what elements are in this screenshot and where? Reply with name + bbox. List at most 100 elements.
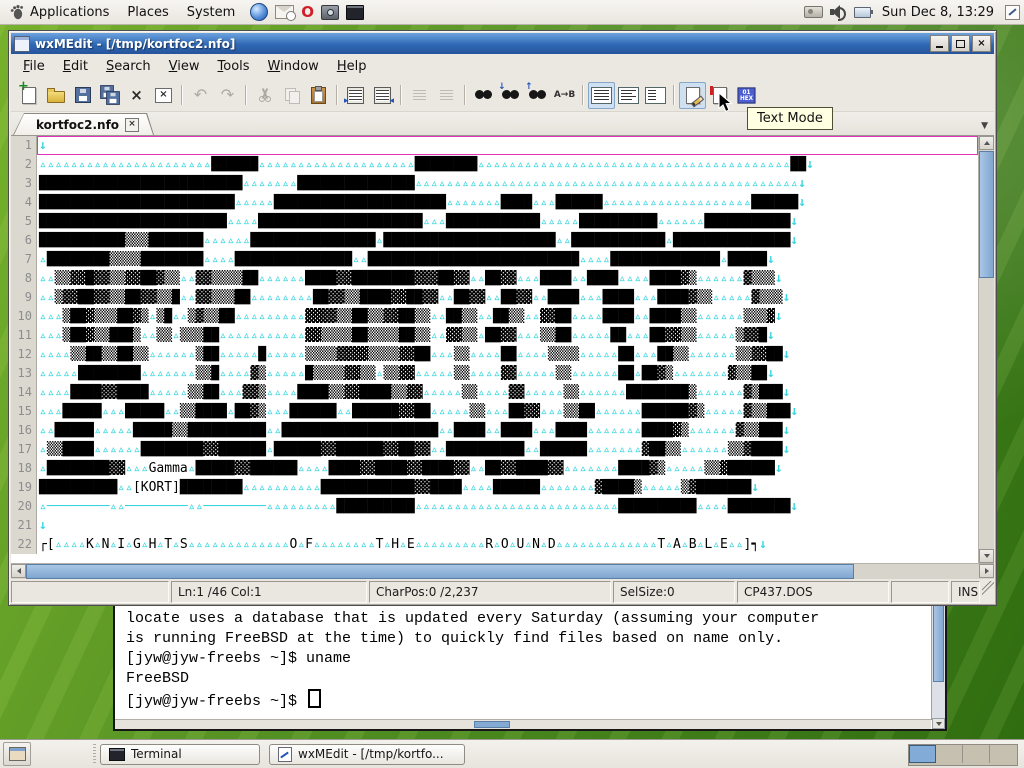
workspace-4[interactable] bbox=[990, 745, 1017, 763]
taskbar-item-wxmedit[interactable]: wxMEdit - [/tmp/kortfo... bbox=[269, 744, 465, 765]
clock[interactable]: Sun Dec 8, 13:29 bbox=[878, 5, 998, 20]
battery-icon[interactable] bbox=[854, 7, 871, 18]
editor-line[interactable]: 4█████████████████████████▵▵▵▵▵█████████… bbox=[11, 193, 978, 212]
title-bar[interactable]: wxMEdit - [/tmp/kortfoc2.nfo] × bbox=[11, 33, 994, 54]
places-menu[interactable]: Places bbox=[118, 0, 177, 24]
editor-horizontal-scrollbar[interactable] bbox=[11, 563, 994, 579]
system-menu[interactable]: System bbox=[178, 0, 244, 24]
save-button[interactable] bbox=[69, 82, 96, 109]
editor-line[interactable]: 13▵▵▵▵▵████████▵▵▵▵▵▵▵▒▒█▵▵▵▵▓▒▵▵▵▵▵█▒▒▒… bbox=[11, 364, 978, 383]
indent-button[interactable]: ▸ bbox=[342, 82, 369, 109]
removable-media-icon[interactable] bbox=[804, 6, 823, 18]
paste-button[interactable] bbox=[305, 82, 332, 109]
menu-help[interactable]: Help bbox=[329, 57, 375, 76]
tab-kortfoc2[interactable]: kortfoc2.nfo × bbox=[13, 113, 154, 135]
undo-button[interactable]: ↶ bbox=[187, 82, 214, 109]
workspace-switcher[interactable] bbox=[908, 744, 1018, 766]
editor-line[interactable]: 21↓ bbox=[11, 516, 978, 535]
replace-button[interactable]: A→B bbox=[551, 82, 578, 109]
scroll-right-button[interactable] bbox=[979, 564, 994, 578]
editor-line[interactable]: 22┌[▵▵▵▵K▵N▵I▵G▵H▵T▵S▵▵▵▵▵▵▵▵▵▵▵▵▵O▵F▵▵▵… bbox=[11, 535, 978, 554]
web-browser-icon[interactable] bbox=[250, 3, 268, 21]
minimize-button[interactable] bbox=[930, 35, 949, 52]
tab-close-icon[interactable]: × bbox=[125, 118, 139, 132]
menu-tools[interactable]: Tools bbox=[210, 57, 258, 76]
terminal-vertical-scrollbar[interactable] bbox=[931, 600, 945, 720]
editor-line[interactable]: 8▵▵▒▒▓▓█▓▓▒▒▓▓██▓▒▒▵▵▓▓▒▒▒▒██▵▵▵▵▵▵████▓… bbox=[11, 269, 978, 288]
horizontal-scrollbar-thumb[interactable] bbox=[26, 564, 854, 579]
text-mode-button[interactable] bbox=[679, 82, 706, 109]
terminal-scroll-down-button[interactable] bbox=[932, 718, 945, 729]
cut-button[interactable] bbox=[251, 82, 278, 109]
editor-line[interactable]: 18▵████████▓▓▵▵▵Gamma▵█████▓▓██████▵▵▵▵█… bbox=[11, 459, 978, 478]
editor-line[interactable]: 20▵────────▵▵────────▵▵────────▵▵▵▵▵▵▵▵▵… bbox=[11, 497, 978, 516]
volume-icon[interactable] bbox=[830, 5, 847, 19]
hex-mode-button[interactable]: 01HEX bbox=[733, 82, 760, 109]
comment-button[interactable] bbox=[406, 82, 433, 109]
copy-button[interactable] bbox=[278, 82, 305, 109]
screenshot-icon[interactable] bbox=[321, 5, 339, 20]
tab-list-dropdown-icon[interactable]: ▼ bbox=[981, 121, 988, 131]
editor-line[interactable]: 7▵████████▒▒▒▒████████▵▵▵▵██████████████… bbox=[11, 250, 978, 269]
terminal-horizontal-scrollbar[interactable] bbox=[115, 719, 931, 729]
wrap-by-window-button[interactable] bbox=[615, 82, 642, 109]
workspace-2[interactable] bbox=[936, 745, 963, 763]
email-icon[interactable] bbox=[275, 5, 294, 19]
editor-line[interactable]: 11▵▵▵▒██▓▒▒███▒▵▵▒▒▵▒▒▒██▵▵▵▵▵▵▵▵▵▵▵▓▓▒▒… bbox=[11, 326, 978, 345]
terminal-launcher-icon[interactable] bbox=[346, 5, 364, 20]
editor-line[interactable]: 6███████████▒▒▒███████▵▵▵▵▵▵████████████… bbox=[11, 231, 978, 250]
workspace-1[interactable] bbox=[909, 745, 936, 763]
new-file-button[interactable]: + bbox=[15, 82, 42, 109]
scroll-down-button[interactable] bbox=[979, 549, 994, 563]
find-next-button[interactable]: ↓ bbox=[497, 82, 524, 109]
terminal-hscrollbar-thumb[interactable] bbox=[474, 721, 510, 728]
open-file-button[interactable] bbox=[42, 82, 69, 109]
save-all-button[interactable] bbox=[96, 82, 123, 109]
uncomment-button[interactable] bbox=[433, 82, 460, 109]
column-mode-button[interactable] bbox=[706, 82, 733, 109]
editor-vertical-scrollbar[interactable] bbox=[978, 136, 994, 563]
find-previous-button[interactable]: ↑ bbox=[524, 82, 551, 109]
editor-text[interactable]: 1↓2▵▵▵▵▵▵▵▵▵▵▵▵▵▵▵▵▵▵▵▵▵▵██████▵▵▵▵▵▵▵▵▵… bbox=[11, 136, 978, 563]
menu-view[interactable]: View bbox=[161, 57, 208, 76]
menu-file[interactable]: File bbox=[15, 57, 53, 76]
menu-search[interactable]: Search bbox=[98, 57, 159, 76]
maximize-button[interactable] bbox=[951, 35, 970, 52]
terminal-scrollbar-thumb[interactable] bbox=[933, 600, 944, 682]
taskbar-item-terminal[interactable]: Terminal bbox=[100, 744, 260, 765]
editor-line[interactable]: 12▵▵▵▵▒▒██▒▒██▒▒▵▵▵▵▵▵▒██▵▵▵▵▵█▵▵▵▵▵▒▒▒▒… bbox=[11, 345, 978, 364]
editor-line[interactable]: 14▵▵▵▵████▓▓████▵▵▵▵▵▒▒██▵▵▵▓▓▒▵▵▵▵████▒… bbox=[11, 383, 978, 402]
editor-line[interactable]: 16▵▵█████▵▵▵▵▵█████▒▒██████████▵▵███████… bbox=[11, 421, 978, 440]
editor-line[interactable]: 1↓ bbox=[11, 136, 978, 155]
editor-area[interactable]: 1↓2▵▵▵▵▵▵▵▵▵▵▵▵▵▵▵▵▵▵▵▵▵▵██████▵▵▵▵▵▵▵▵▵… bbox=[11, 135, 994, 563]
show-desktop-button[interactable] bbox=[3, 742, 31, 766]
editor-line[interactable]: 3██████████████████████████▵▵▵▵▵▵▵██████… bbox=[11, 174, 978, 193]
wrap-none-button[interactable] bbox=[588, 82, 615, 109]
resize-grip[interactable] bbox=[982, 581, 994, 603]
menu-edit[interactable]: Edit bbox=[55, 57, 96, 76]
redo-button[interactable]: ↷ bbox=[214, 82, 241, 109]
close-all-button[interactable]: × bbox=[150, 82, 177, 109]
editor-line[interactable]: 9▵▵▒▓▓██▓▓▒▒██▓▓▒▒█▵▵▓▓▒▒▒██▵▵▵▵▵▵▵▵██▓▓… bbox=[11, 288, 978, 307]
menu-window[interactable]: Window bbox=[260, 57, 327, 76]
vertical-scrollbar-thumb[interactable] bbox=[979, 151, 994, 278]
applications-menu[interactable]: Applications bbox=[0, 0, 118, 24]
find-button[interactable] bbox=[470, 82, 497, 109]
editor-line[interactable]: 10▵▵▵▒██▓▒▒▒██▓▒▵▒█▵▵▒▓▒▒██▵▵▵▵▵▵▵▵▵▓▓▓▓… bbox=[11, 307, 978, 326]
editor-line[interactable]: 2▵▵▵▵▵▵▵▵▵▵▵▵▵▵▵▵▵▵▵▵▵▵██████▵▵▵▵▵▵▵▵▵▵▵… bbox=[11, 155, 978, 174]
unindent-button[interactable]: ◂ bbox=[369, 82, 396, 109]
terminal-window[interactable]: locate uses a database that is updated e… bbox=[113, 598, 947, 731]
scroll-left-button[interactable] bbox=[11, 564, 26, 578]
workspace-3[interactable] bbox=[963, 745, 990, 763]
editor-line[interactable]: 5████████████████████████▵▵▵▵███████████… bbox=[11, 212, 978, 231]
editor-line[interactable]: 17▵▒▒████▵▵▵▵▵▵████████▓▓██████▵██████▓▓… bbox=[11, 440, 978, 459]
opera-icon[interactable]: O bbox=[301, 5, 314, 20]
scroll-up-button[interactable] bbox=[979, 136, 994, 150]
close-button[interactable]: × bbox=[972, 35, 991, 52]
editor-line[interactable]: 15▵▵▵█████▵▵▵█████▵▵▒▒████▵██▓▒▵▵▵██████… bbox=[11, 402, 978, 421]
wrap-by-column-button[interactable] bbox=[642, 82, 669, 109]
close-file-button[interactable]: × bbox=[123, 82, 150, 109]
editor-line[interactable]: 19██████████▵▵[KORT]████████▵▵▵▵▵▵▵▵▵▵██… bbox=[11, 478, 978, 497]
terminal-output[interactable]: locate uses a database that is updated e… bbox=[115, 600, 931, 720]
notes-icon[interactable] bbox=[1005, 5, 1020, 20]
